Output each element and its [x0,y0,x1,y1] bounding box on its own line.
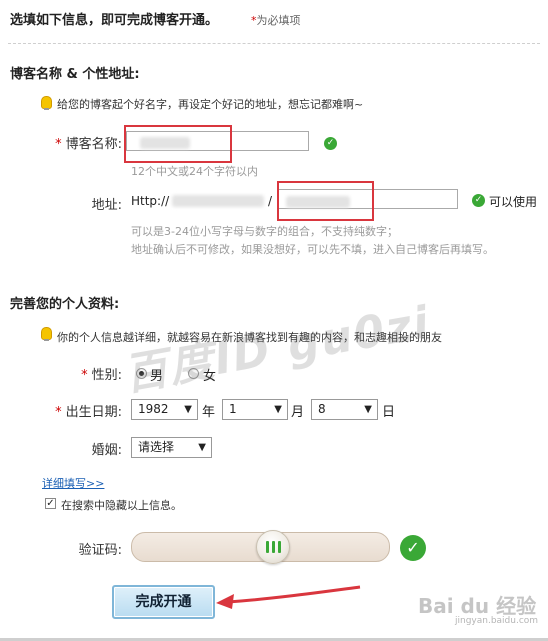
watermark-url: jingyan.baidu.com [455,616,539,626]
blog-name-label: * 博客名称: [30,133,122,152]
page-title: 选填如下信息，即可完成博客开通。 [10,13,219,28]
birth-label: * 出生日期: [30,401,122,420]
gender-label-text: 性别: [91,368,122,383]
captcha-slider-knob[interactable] [256,530,290,564]
required-note: *为必填项 [251,12,301,28]
address-separator: / [268,194,273,208]
address-hint-2: 地址确认后不可修改，如果没想好，可以先不填，进入自己博客后再填写。 [131,243,494,256]
year-unit: 年 [202,405,216,420]
grip-line [266,541,269,553]
blog-name-hint: 12个中文或24个字符以内 [131,165,258,178]
birth-year-value: 1982 [138,402,169,416]
arrow-annotation [216,585,361,609]
marriage-select[interactable]: 请选择 ▼ [131,437,212,458]
checkmark-circle-icon: ✓ [324,137,337,150]
gender-label: * 性别: [60,364,122,383]
birth-month-value: 1 [229,402,237,416]
divider [8,43,540,44]
grip-line [278,541,281,553]
address-hint-1: 可以是3-24位小写字母与数字的组合，不支持纯数字； [131,225,398,238]
marriage-label: 婚姻: [91,443,122,458]
highlight-box [277,181,374,221]
captcha-label: 验证码: [78,543,122,558]
marriage-value: 请选择 [138,440,175,454]
section-title-profile: 完善您的个人资料: [10,297,120,312]
address-status: 可以使用 [489,195,538,209]
submit-button[interactable]: 完成开通 [112,585,215,619]
watermark-text: 百度ID gu0zi [119,296,435,402]
required-note-text: 为必填项 [256,14,301,27]
required-star: * [81,368,88,383]
address-prefix: Http:// [131,194,170,208]
month-unit: 月 [291,405,305,420]
birth-day-select[interactable]: 8 ▼ [311,399,378,420]
birth-label-text: 出生日期: [65,405,122,420]
checkmark-circle-icon: ✓ [472,194,485,207]
lightbulb-icon [41,96,52,110]
watermark-logo: Bai du 经验 [418,594,537,618]
chevron-down-icon: ▼ [274,404,282,415]
lightbulb-icon [41,327,52,341]
section-title-blog: 博客名称 & 个性地址: [10,67,140,82]
birth-year-select[interactable]: 1982 ▼ [131,399,198,420]
required-star: * [55,405,62,420]
grip-line [272,541,275,553]
blurred-text [172,195,264,207]
hide-info-label: 在搜索中隐藏以上信息。 [61,499,182,512]
blog-name-label-text: 博客名称: [65,137,122,152]
birth-day-value: 8 [318,402,326,416]
checkmark-circle-icon: ✓ [400,535,426,561]
hide-info-checkbox[interactable]: ✓ [45,498,56,509]
highlight-box [124,125,232,163]
required-star: * [55,137,62,152]
address-label: 地址: [91,198,122,213]
blog-tip: 给您的博客起个好名字，再设定个好记的地址，想忘记都难啊~ [57,98,364,111]
day-unit: 日 [382,405,396,420]
details-link[interactable]: 详细填写>> [42,475,104,491]
birth-month-select[interactable]: 1 ▼ [222,399,288,420]
chevron-down-icon: ▼ [198,442,206,453]
chevron-down-icon: ▼ [364,404,372,415]
chevron-down-icon: ▼ [184,404,192,415]
